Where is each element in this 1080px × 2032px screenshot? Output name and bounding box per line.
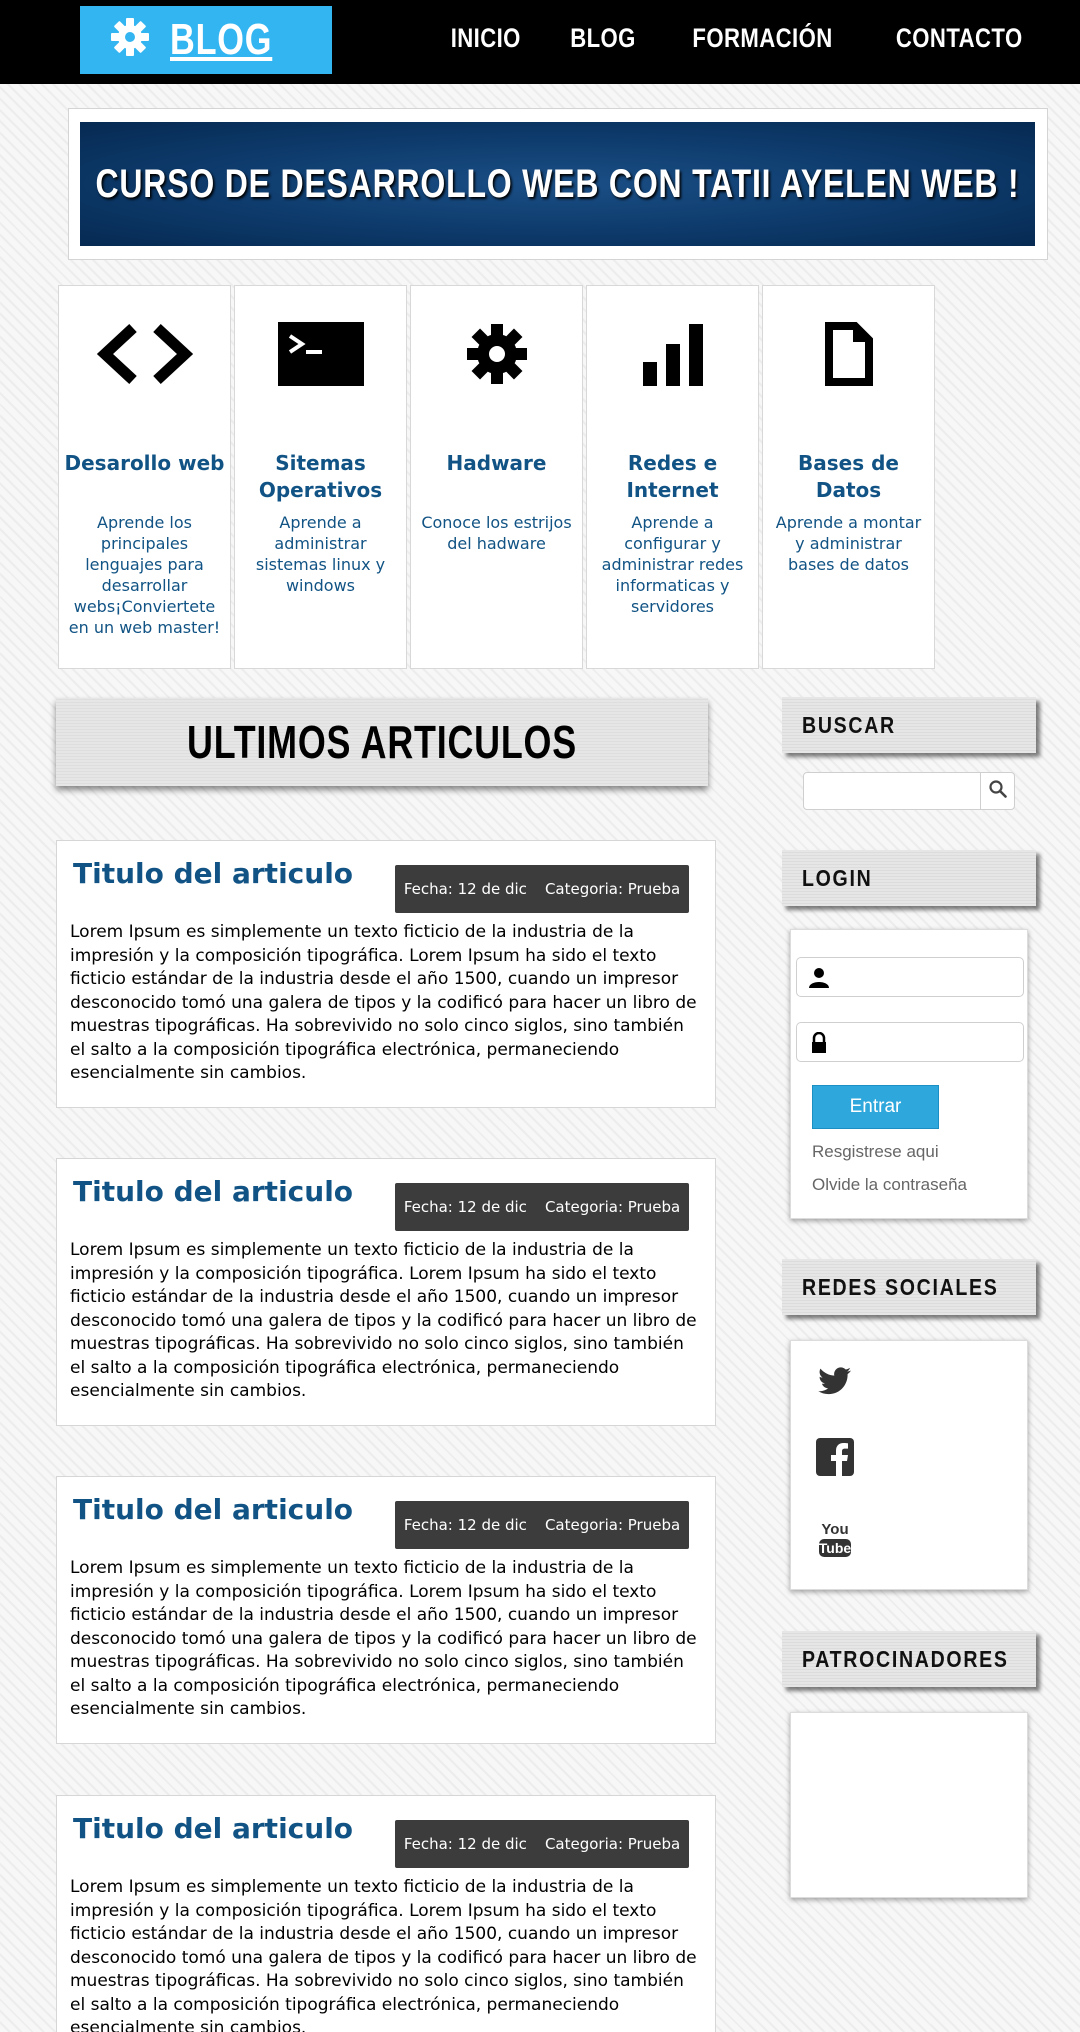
password-input[interactable] <box>841 1025 1017 1059</box>
nav-blog[interactable]: BLOG <box>570 23 636 54</box>
latest-articles-heading: ULTIMOS ARTICULOS <box>56 698 708 786</box>
facebook-icon[interactable] <box>815 1437 855 1477</box>
article-body: Lorem Ipsum es simplemente un texto fict… <box>70 1877 697 2032</box>
banner-title: CURSO DE DESARROLLO WEB CON TATII AYELEN… <box>95 161 1020 206</box>
sidebar-heading-label: LOGIN <box>802 864 873 891</box>
article-title[interactable]: Titulo del articulo <box>73 1812 353 1845</box>
gear-icon <box>110 17 150 64</box>
article-category[interactable]: Categoria: Prueba <box>545 880 680 898</box>
lock-icon <box>807 1031 831 1055</box>
article-title[interactable]: Titulo del articulo <box>73 1175 353 1208</box>
article-meta: Fecha: 12 de dic Categoria: Prueba <box>395 865 689 913</box>
section-title: ULTIMOS ARTICULOS <box>187 716 577 768</box>
login-button[interactable]: Entrar <box>812 1085 939 1129</box>
blog-logo[interactable]: BLOG <box>80 6 332 74</box>
article-body: Lorem Ipsum es simplemente un texto fict… <box>70 1240 697 1401</box>
password-field <box>796 1022 1024 1062</box>
nav-contacto[interactable]: CONTACTO <box>895 23 1022 54</box>
article-meta: Fecha: 12 de dic Categoria: Prueba <box>395 1183 689 1231</box>
feature-desc: Conoce los estrijos del hadware <box>421 513 572 553</box>
feature-card-databases: Bases de Datos Aprende a montar y admini… <box>762 285 935 669</box>
search-input[interactable] <box>804 773 980 809</box>
article-date: Fecha: 12 de dic <box>403 880 527 898</box>
feature-desc: Aprende a administrar sistemas linux y w… <box>255 513 386 595</box>
sponsors-heading: PATROCINADORES <box>782 1631 1036 1687</box>
user-icon <box>807 966 831 990</box>
twitter-icon[interactable] <box>815 1361 855 1401</box>
article-date: Fecha: 12 de dic <box>403 1516 527 1534</box>
feature-title: Redes e Internet <box>626 451 719 502</box>
article-meta: Fecha: 12 de dic Categoria: Prueba <box>395 1501 689 1549</box>
sidebar-heading-label: BUSCAR <box>802 711 896 738</box>
search-button[interactable] <box>980 773 1014 809</box>
social-heading: REDES SOCIALES <box>782 1259 1036 1315</box>
search-heading: BUSCAR <box>782 697 1036 753</box>
article-card: Titulo del articulo Fecha: 12 de dic Cat… <box>56 1158 716 1426</box>
nav-inicio[interactable]: INICIO <box>451 23 521 54</box>
feature-title: Desarollo web <box>64 451 225 475</box>
feature-desc: Aprende a montar y administrar bases de … <box>775 513 922 574</box>
login-panel: Entrar Resgistrese aqui Olvide la contra… <box>790 929 1028 1219</box>
top-navbar: BLOG INICIO BLOG FORMACIÓN CONTACTO <box>0 0 1080 84</box>
feature-card-networks: Redes e Internet Aprende a configurar y … <box>586 285 759 669</box>
username-field <box>796 957 1024 997</box>
article-body: Lorem Ipsum es simplemente un texto fict… <box>70 1558 697 1719</box>
article-category[interactable]: Categoria: Prueba <box>545 1516 680 1534</box>
svg-text:You: You <box>821 1521 848 1538</box>
username-input[interactable] <box>841 960 1017 994</box>
register-link[interactable]: Resgistrese aqui <box>812 1142 939 1162</box>
social-panel: You Tube <box>790 1340 1028 1590</box>
search-box <box>803 772 1015 810</box>
gear-icon <box>411 314 582 394</box>
login-heading: LOGIN <box>782 850 1036 906</box>
document-icon <box>763 314 934 394</box>
terminal-icon <box>235 314 406 394</box>
feature-desc: Aprende los principales lenguajes para d… <box>68 513 221 637</box>
feature-title: Hadware <box>446 451 547 475</box>
article-category[interactable]: Categoria: Prueba <box>545 1198 680 1216</box>
youtube-icon[interactable]: You Tube <box>815 1519 855 1559</box>
article-date: Fecha: 12 de dic <box>403 1835 527 1853</box>
feature-card-web: Desarollo web Aprende los principales le… <box>58 285 231 669</box>
forgot-password-link[interactable]: Olvide la contraseña <box>812 1175 967 1195</box>
feature-card-hardware: Hadware Conoce los estrijos del hadware <box>410 285 583 669</box>
main-nav: INICIO BLOG FORMACIÓN CONTACTO <box>409 0 1036 76</box>
article-date: Fecha: 12 de dic <box>403 1198 527 1216</box>
feature-card-os: Sitemas Operativos Aprende a administrar… <box>234 285 407 669</box>
article-category[interactable]: Categoria: Prueba <box>545 1835 680 1853</box>
feature-title: Sitemas Operativos <box>258 451 383 502</box>
article-body: Lorem Ipsum es simplemente un texto fict… <box>70 922 697 1083</box>
sponsors-panel <box>790 1712 1028 1898</box>
search-icon <box>988 780 1007 802</box>
nav-formacion[interactable]: FORMACIÓN <box>692 23 832 54</box>
feature-title: Bases de Datos <box>798 451 899 502</box>
code-icon <box>59 314 230 394</box>
article-title[interactable]: Titulo del articulo <box>73 857 353 890</box>
article-card: Titulo del articulo Fecha: 12 de dic Cat… <box>56 1795 716 2032</box>
svg-text:Tube: Tube <box>819 1540 852 1556</box>
sidebar-heading-label: REDES SOCIALES <box>802 1273 999 1300</box>
feature-desc: Aprende a configurar y administrar redes… <box>601 513 744 616</box>
course-banner: CURSO DE DESARROLLO WEB CON TATII AYELEN… <box>80 122 1035 246</box>
article-title[interactable]: Titulo del articulo <box>73 1493 353 1526</box>
logo-text: BLOG <box>170 15 273 64</box>
article-card: Titulo del articulo Fecha: 12 de dic Cat… <box>56 1476 716 1744</box>
article-card: Titulo del articulo Fecha: 12 de dic Cat… <box>56 840 716 1108</box>
sidebar-heading-label: PATROCINADORES <box>802 1645 1009 1672</box>
signal-bars-icon <box>587 314 758 394</box>
article-meta: Fecha: 12 de dic Categoria: Prueba <box>395 1820 689 1868</box>
